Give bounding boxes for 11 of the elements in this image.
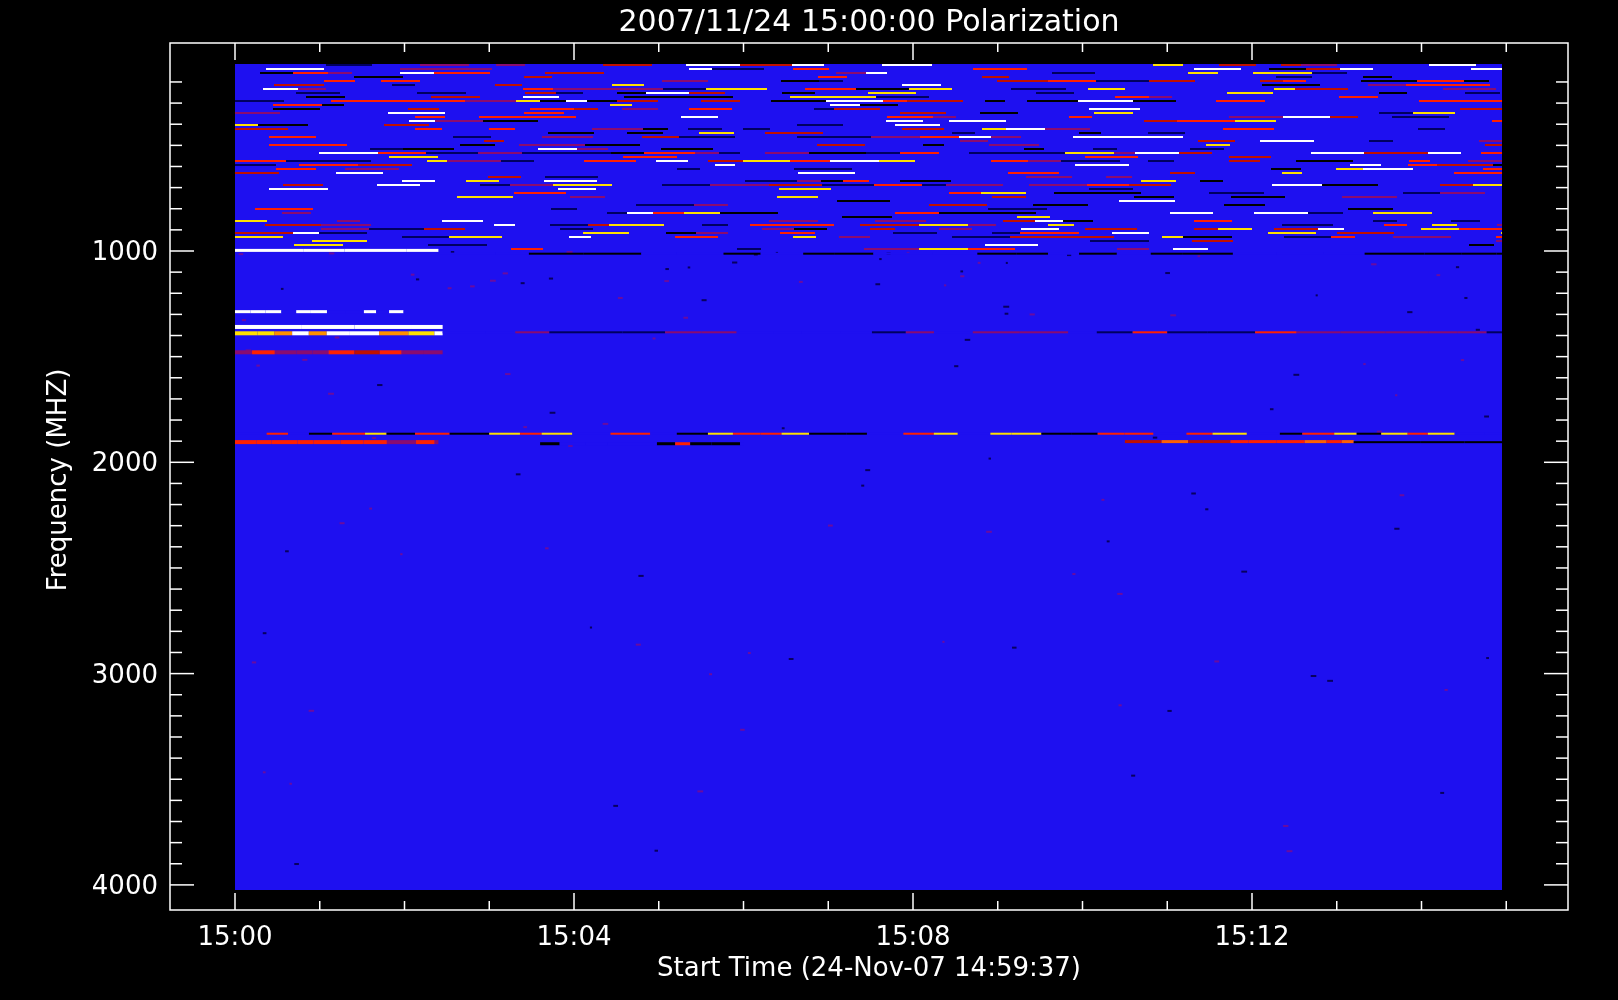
x-axis-title: Start Time (24-Nov-07 14:59:37): [657, 952, 1081, 982]
x-tick-label: 15:08: [875, 921, 951, 951]
x-tick-label: 15:04: [536, 921, 612, 951]
x-tick-label: 15:00: [197, 921, 273, 951]
y-tick-label: 4000: [91, 869, 158, 900]
y-axis-title: Frequency (MHZ): [42, 368, 72, 592]
y-tick-label: 3000: [91, 658, 158, 689]
y-tick-label: 1000: [91, 236, 158, 266]
x-tick-label: 15:12: [1214, 921, 1290, 951]
y-tick-label: 2000: [91, 447, 158, 478]
plot-title: 2007/11/24 15:00:00 Polarization: [618, 2, 1120, 40]
